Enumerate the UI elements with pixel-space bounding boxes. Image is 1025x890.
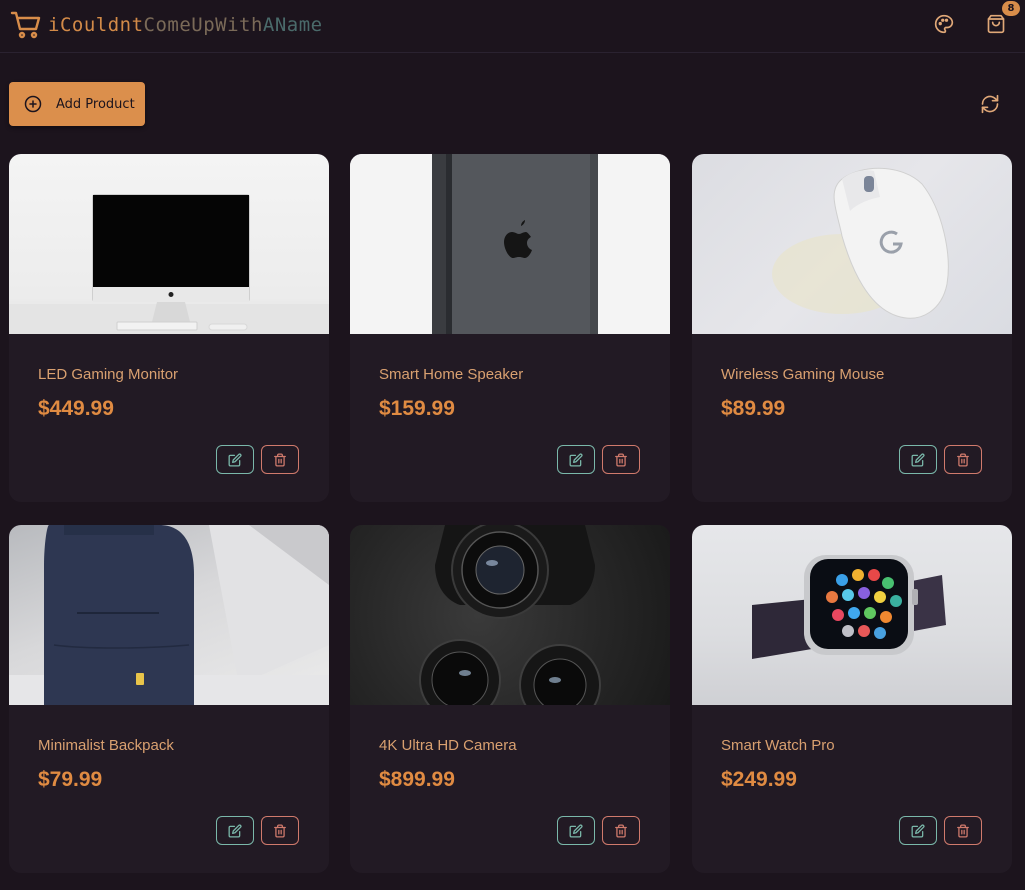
edit-button[interactable] <box>216 445 254 474</box>
theme-button[interactable] <box>932 12 956 36</box>
trash-icon <box>615 824 627 837</box>
refresh-button[interactable] <box>980 94 1000 114</box>
product-title: Minimalist Backpack <box>38 737 174 754</box>
delete-button[interactable] <box>602 445 640 474</box>
product-price: $79.99 <box>38 768 103 791</box>
cart-button[interactable] <box>984 12 1008 36</box>
product-title: 4K Ultra HD Camera <box>379 737 517 754</box>
product-card[interactable]: Wireless Gaming Mouse $89.99 <box>692 154 1012 502</box>
trash-icon <box>274 824 286 837</box>
delete-button[interactable] <box>261 816 299 845</box>
cart-count-badge: 8 <box>1002 1 1020 16</box>
add-product-button[interactable]: Add Product <box>9 82 145 126</box>
product-title: Smart Home Speaker <box>379 366 524 383</box>
edit-button[interactable] <box>899 445 937 474</box>
product-card[interactable]: LED Gaming Monitor $449.99 <box>9 154 329 502</box>
plus-circle-icon <box>24 95 42 113</box>
edit-icon <box>911 452 925 466</box>
product-card[interactable]: 4K Ultra HD Camera $899.99 <box>350 525 670 873</box>
palette-icon <box>934 14 954 34</box>
product-title: Smart Watch Pro <box>721 737 835 754</box>
delete-button[interactable] <box>944 445 982 474</box>
edit-icon <box>228 452 242 466</box>
product-image[interactable] <box>350 154 670 334</box>
product-image[interactable] <box>9 525 329 705</box>
edit-button[interactable] <box>557 816 595 845</box>
logo[interactable]: iCouldntComeUpWithAName <box>10 9 323 41</box>
shopping-bag-icon <box>987 14 1005 34</box>
edit-button[interactable] <box>557 445 595 474</box>
product-image[interactable] <box>350 525 670 705</box>
product-card[interactable]: Smart Watch Pro $249.99 <box>692 525 1012 873</box>
edit-icon <box>569 452 583 466</box>
product-price: $249.99 <box>721 768 797 791</box>
add-product-label: Add Product <box>56 96 135 112</box>
product-price: $159.99 <box>379 397 455 420</box>
delete-button[interactable] <box>602 816 640 845</box>
trash-icon <box>615 453 627 466</box>
edit-icon <box>569 823 583 837</box>
app-header: iCouldntComeUpWithAName 8 <box>0 0 1025 53</box>
product-title: LED Gaming Monitor <box>38 366 179 383</box>
trash-icon <box>957 824 969 837</box>
delete-button[interactable] <box>944 816 982 845</box>
app-title: iCouldntComeUpWithAName <box>48 14 323 36</box>
product-image[interactable] <box>9 154 329 334</box>
product-price: $899.99 <box>379 768 455 791</box>
refresh-icon <box>981 94 999 114</box>
product-card[interactable]: Smart Home Speaker $159.99 <box>350 154 670 502</box>
edit-icon <box>228 823 242 837</box>
trash-icon <box>957 453 969 466</box>
product-image[interactable] <box>692 525 1012 705</box>
edit-button[interactable] <box>216 816 254 845</box>
edit-button[interactable] <box>899 816 937 845</box>
edit-icon <box>911 823 925 837</box>
product-image[interactable] <box>692 154 1012 334</box>
trash-icon <box>274 453 286 466</box>
shopping-cart-icon <box>10 11 41 39</box>
product-title: Wireless Gaming Mouse <box>721 366 885 383</box>
product-card[interactable]: Minimalist Backpack $79.99 <box>9 525 329 873</box>
delete-button[interactable] <box>261 445 299 474</box>
product-price: $449.99 <box>38 397 114 420</box>
product-price: $89.99 <box>721 397 786 420</box>
